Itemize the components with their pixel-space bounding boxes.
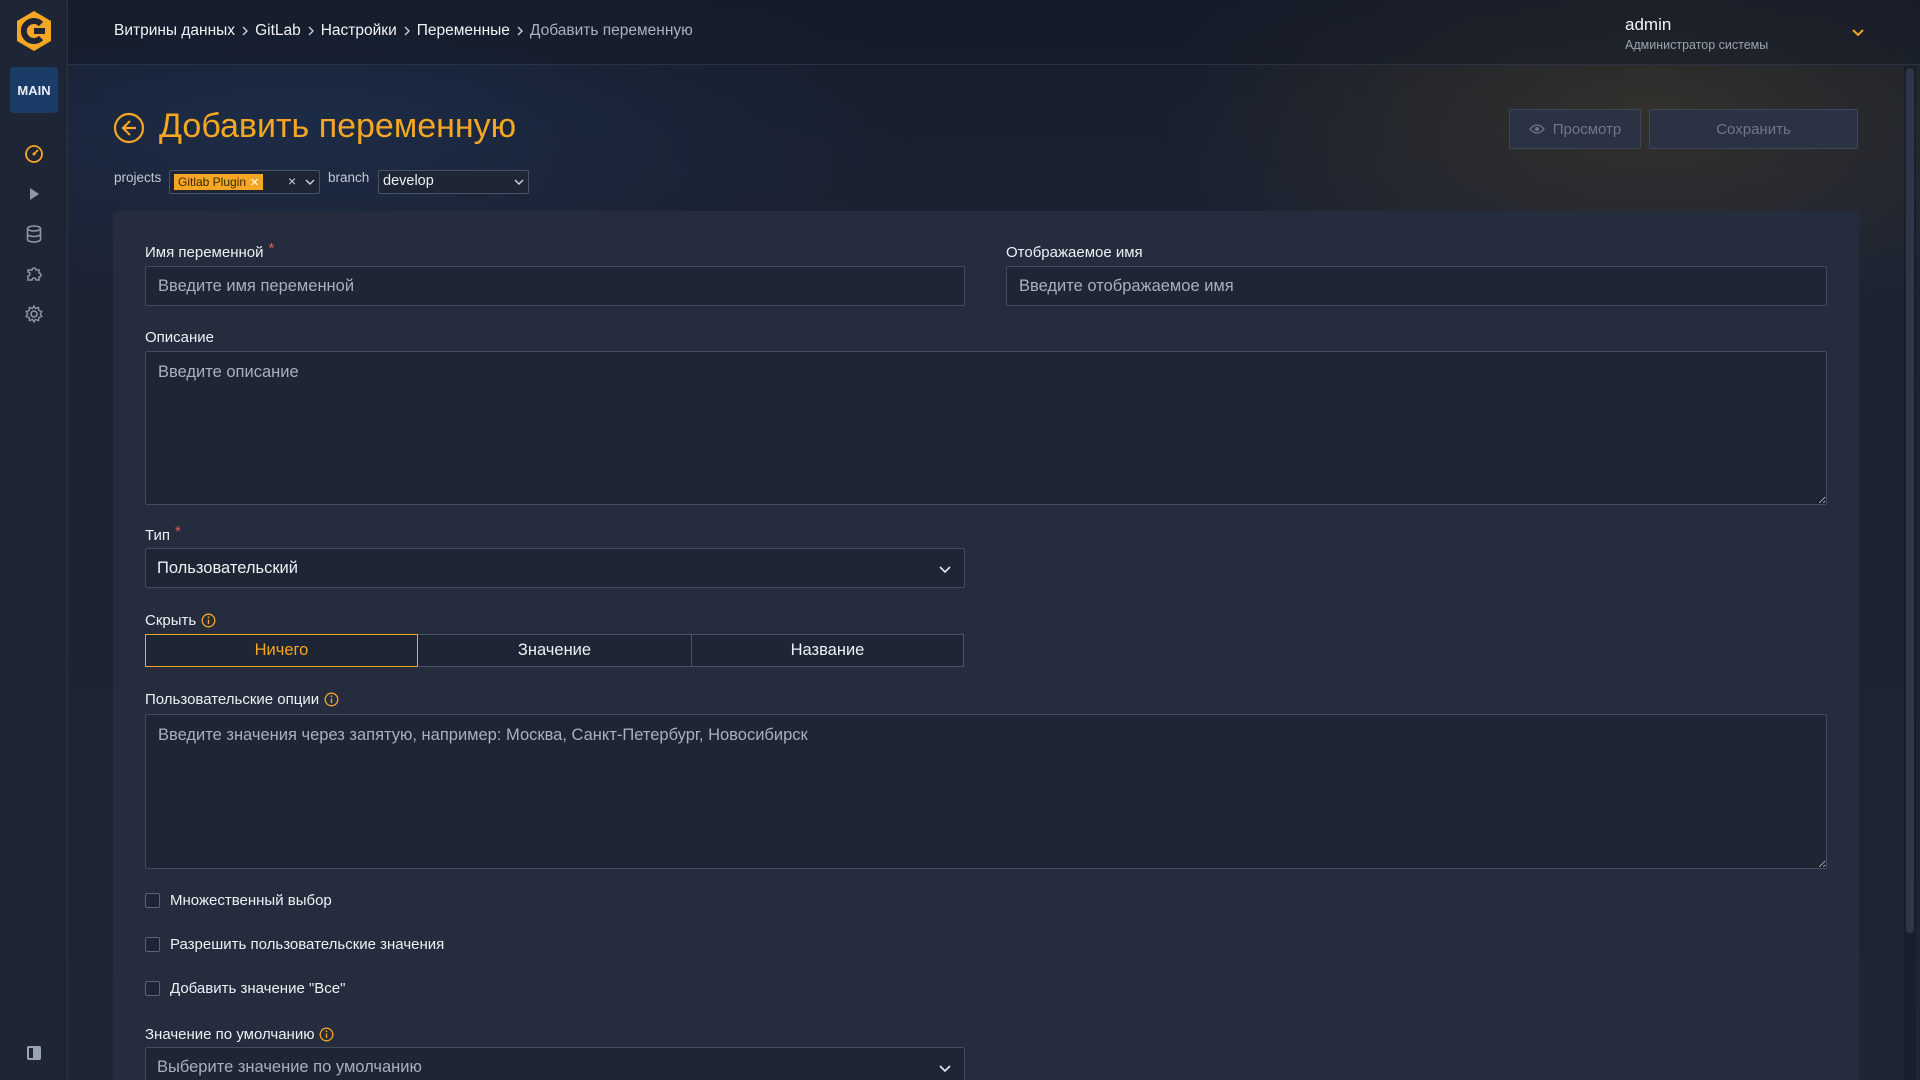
user-name[interactable]: admin xyxy=(1625,15,1768,35)
tag-remove-icon[interactable]: ✕ xyxy=(250,176,259,189)
puzzle-icon[interactable] xyxy=(22,262,46,286)
add-all-option[interactable]: Добавить значение "Все" xyxy=(145,980,345,997)
variable-name-label-text: Имя переменной xyxy=(145,244,264,261)
projects-select[interactable]: Gitlab Plugin ✕ × xyxy=(169,170,320,194)
multi-select-option[interactable]: Множественный выбор xyxy=(145,892,332,909)
info-icon[interactable] xyxy=(201,613,216,628)
info-icon[interactable] xyxy=(324,692,339,707)
add-all-label: Добавить значение "Все" xyxy=(170,980,346,997)
sidebar: MAIN xyxy=(0,0,68,1080)
user-menu[interactable]: admin Администратор системы xyxy=(1625,15,1768,52)
eye-icon xyxy=(1528,124,1545,134)
page-title: Добавить переменную xyxy=(159,107,517,145)
allow-custom-option[interactable]: Разрешить пользовательские значения xyxy=(145,936,444,953)
info-icon[interactable] xyxy=(319,1027,334,1042)
projects-label: projects xyxy=(114,170,162,185)
dashboard-icon[interactable] xyxy=(22,142,46,166)
default-value-placeholder: Выберите значение по умолчанию xyxy=(157,1057,422,1076)
variable-form-card: Имя переменной* Отображаемое имя Описани… xyxy=(113,211,1859,1080)
breadcrumb: Витрины данных GitLab Настройки Переменн… xyxy=(114,22,693,40)
hide-option-value[interactable]: Значение xyxy=(417,634,692,667)
description-label: Описание xyxy=(145,329,215,346)
branch-label: branch xyxy=(328,170,370,185)
type-label-text: Тип xyxy=(145,527,171,544)
hide-label: Скрыть xyxy=(145,612,216,629)
breadcrumb-item-gitlab[interactable]: GitLab xyxy=(255,22,301,40)
hide-option-name[interactable]: Название xyxy=(691,634,964,667)
app-logo-icon[interactable] xyxy=(12,9,56,53)
chevron-down-icon[interactable] xyxy=(1850,25,1866,41)
project-tag: Gitlab Plugin ✕ xyxy=(174,174,264,190)
panel-toggle-icon[interactable] xyxy=(26,1045,42,1061)
clear-icon[interactable]: × xyxy=(288,173,296,189)
multi-select-label: Множественный выбор xyxy=(170,892,332,909)
workspace-badge[interactable]: MAIN xyxy=(10,67,58,113)
scrollbar-thumb[interactable] xyxy=(1906,68,1914,933)
multi-select-checkbox[interactable] xyxy=(145,893,160,908)
type-select[interactable]: Пользовательский xyxy=(145,548,965,588)
hide-label-text: Скрыть xyxy=(145,612,197,629)
type-value: Пользовательский xyxy=(157,558,298,577)
required-mark: * xyxy=(268,240,275,257)
custom-options-label-text: Пользовательские опции xyxy=(145,691,320,708)
branch-select[interactable]: develop xyxy=(378,170,529,194)
breadcrumb-item-settings[interactable]: Настройки xyxy=(321,22,397,40)
chevron-down-icon xyxy=(939,566,951,574)
allow-custom-label: Разрешить пользовательские значения xyxy=(170,936,445,953)
database-icon[interactable] xyxy=(22,222,46,246)
add-all-checkbox[interactable] xyxy=(145,981,160,996)
breadcrumb-current: Добавить переменную xyxy=(529,22,693,39)
chevron-down-icon[interactable] xyxy=(304,176,316,188)
custom-options-textarea[interactable] xyxy=(145,714,1827,869)
preview-button[interactable]: Просмотр xyxy=(1509,109,1641,149)
default-value-label-text: Значение по умолчанию xyxy=(145,1026,315,1043)
required-mark: * xyxy=(175,523,181,540)
allow-custom-checkbox[interactable] xyxy=(145,937,160,952)
chevron-right-icon xyxy=(235,26,255,36)
chevron-right-icon xyxy=(301,26,321,36)
default-value-label: Значение по умолчанию xyxy=(145,1026,334,1043)
display-name-label: Отображаемое имя xyxy=(1006,244,1143,261)
display-name-input[interactable] xyxy=(1006,266,1827,306)
back-arrow-icon[interactable] xyxy=(113,112,145,144)
user-role: Администратор системы xyxy=(1625,38,1769,52)
default-value-select[interactable]: Выберите значение по умолчанию xyxy=(145,1047,965,1080)
branch-value: develop xyxy=(383,173,434,189)
preview-button-label: Просмотр xyxy=(1552,120,1622,138)
breadcrumb-item-data-marts[interactable]: Витрины данных xyxy=(114,22,235,40)
save-button[interactable]: Сохранить xyxy=(1649,109,1858,149)
hide-option-nothing[interactable]: Ничего xyxy=(145,634,418,667)
description-textarea[interactable] xyxy=(145,351,1827,505)
variable-name-label: Имя переменной * xyxy=(145,240,274,261)
custom-options-label: Пользовательские опции xyxy=(145,691,339,708)
type-label: Тип * xyxy=(145,523,181,544)
hide-segmented-control: Ничего Значение Название xyxy=(145,634,964,667)
chevron-right-icon xyxy=(397,26,417,36)
chevron-down-icon xyxy=(939,1065,951,1073)
play-icon[interactable] xyxy=(22,182,46,206)
chevron-right-icon xyxy=(510,26,530,36)
chevron-down-icon xyxy=(514,179,524,185)
project-tag-label: Gitlab Plugin xyxy=(178,175,247,189)
variable-name-input[interactable] xyxy=(145,266,965,306)
breadcrumb-item-variables[interactable]: Переменные xyxy=(417,22,510,40)
gear-icon[interactable] xyxy=(22,302,46,326)
